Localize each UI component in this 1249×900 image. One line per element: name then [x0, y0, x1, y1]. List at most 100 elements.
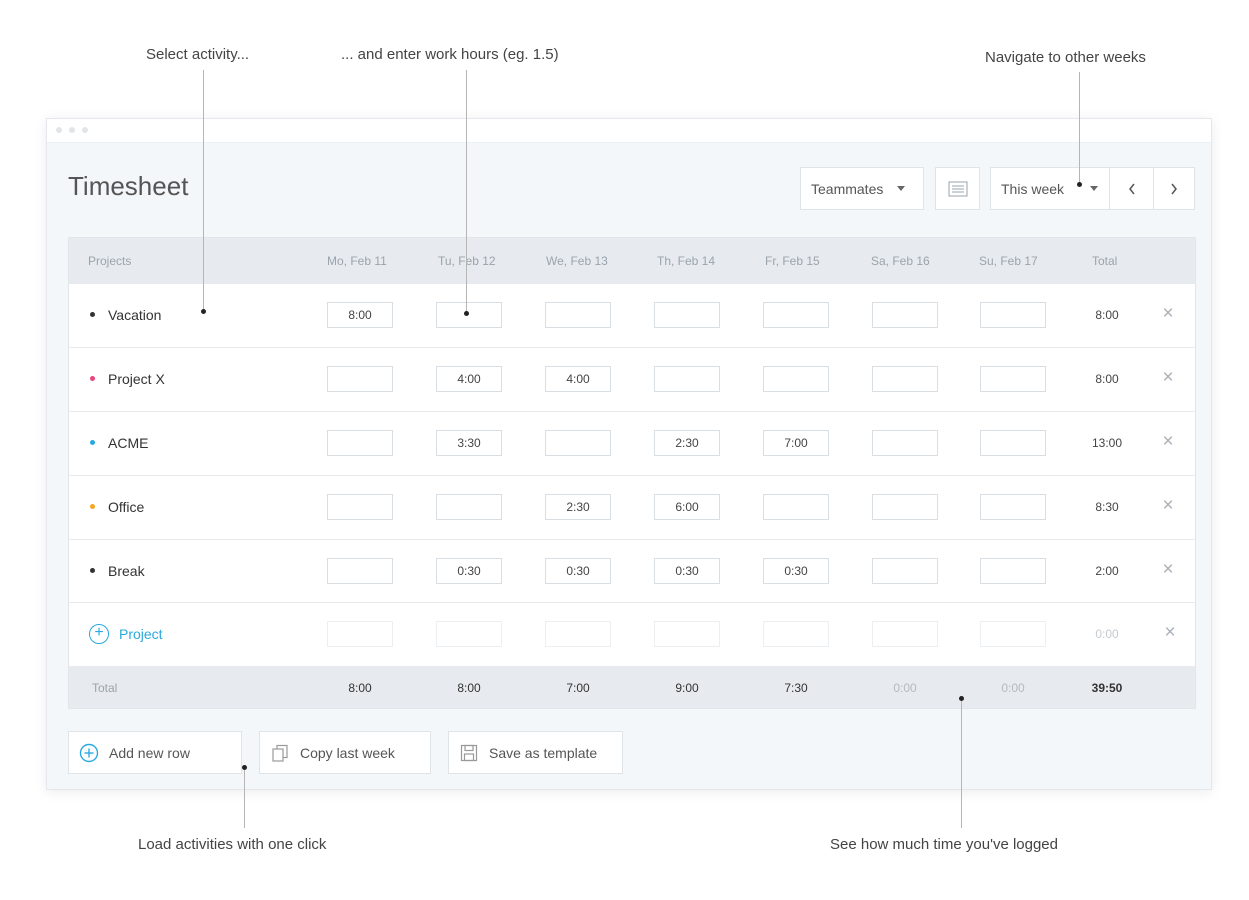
hours-input[interactable]: [980, 366, 1046, 392]
annotation-line: [203, 70, 204, 310]
window-titlebar: [47, 119, 1211, 143]
hours-input[interactable]: [436, 494, 502, 520]
annotation-enter-hours: ... and enter work hours (eg. 1.5): [341, 46, 559, 63]
hours-input[interactable]: 2:30: [654, 430, 720, 456]
hours-input[interactable]: 0:30: [436, 558, 502, 584]
close-icon[interactable]: ×: [1158, 432, 1178, 452]
hours-input[interactable]: [980, 494, 1046, 520]
project-color-dot: [90, 312, 95, 317]
add-project-row: + Project 0:00 ×: [69, 602, 1195, 666]
table-row: Office 2:30 6:00 8:30 ×: [69, 475, 1195, 539]
table-footer: Total 8:00 8:00 7:00 9:00 7:30 0:00 0:00…: [69, 666, 1195, 708]
table-header: Projects Mo, Feb 11 Tu, Feb 12 We, Feb 1…: [69, 238, 1195, 283]
hours-input[interactable]: [980, 302, 1046, 328]
close-icon[interactable]: ×: [1158, 560, 1178, 580]
hours-input[interactable]: [545, 302, 611, 328]
day-column-header: Th, Feb 14: [657, 254, 716, 268]
hours-input[interactable]: 3:30: [436, 430, 502, 456]
hours-input[interactable]: [872, 558, 938, 584]
table-row: Break 0:30 0:30 0:30 0:30 2:00 ×: [69, 539, 1195, 603]
teammates-dropdown[interactable]: Teammates: [800, 167, 924, 210]
window-dot: [69, 127, 75, 133]
day-column-header: Mo, Feb 11: [327, 254, 387, 268]
copy-last-week-button[interactable]: Copy last week: [259, 731, 431, 774]
hours-input[interactable]: [436, 621, 502, 647]
project-name[interactable]: Break: [108, 563, 145, 579]
chevron-down-icon: [897, 186, 906, 191]
hours-input[interactable]: [327, 494, 393, 520]
hours-input[interactable]: [763, 621, 829, 647]
hours-input[interactable]: 4:00: [545, 366, 611, 392]
plus-circle-icon[interactable]: +: [89, 624, 109, 644]
hours-input[interactable]: [763, 302, 829, 328]
hours-input[interactable]: [327, 430, 393, 456]
hours-input[interactable]: [872, 430, 938, 456]
footer-total-label: Total: [92, 681, 118, 695]
hours-input[interactable]: 0:30: [654, 558, 720, 584]
annotation-select-activity: Select activity...: [146, 46, 250, 63]
row-total: 13:00: [1091, 436, 1123, 450]
timesheet-table: Projects Mo, Feb 11 Tu, Feb 12 We, Feb 1…: [68, 237, 1196, 709]
close-icon[interactable]: ×: [1158, 496, 1178, 516]
grand-total: 39:50: [1091, 681, 1123, 695]
hours-input[interactable]: [327, 558, 393, 584]
hours-input[interactable]: 2:30: [545, 494, 611, 520]
project-name[interactable]: Vacation: [108, 307, 161, 323]
project-name[interactable]: ACME: [108, 435, 148, 451]
hours-input[interactable]: [872, 366, 938, 392]
hours-input[interactable]: 0:30: [763, 558, 829, 584]
hours-input[interactable]: [980, 558, 1046, 584]
annotation-dot: [242, 765, 247, 770]
hours-input[interactable]: [980, 430, 1046, 456]
save-as-template-button[interactable]: Save as template: [448, 731, 623, 774]
projects-column-header: Projects: [88, 254, 132, 268]
hours-input[interactable]: [763, 366, 829, 392]
project-name[interactable]: Project X: [108, 371, 165, 387]
hours-input[interactable]: [980, 621, 1046, 647]
hours-input[interactable]: [545, 621, 611, 647]
hours-input[interactable]: [654, 366, 720, 392]
day-column-header: Sa, Feb 16: [871, 254, 930, 268]
hours-input[interactable]: [327, 621, 393, 647]
day-column-header: Su, Feb 17: [979, 254, 1038, 268]
next-week-button[interactable]: [1153, 167, 1195, 210]
table-row: Project X 4:00 4:00 8:00 ×: [69, 347, 1195, 411]
prev-week-button[interactable]: [1109, 167, 1154, 210]
add-new-row-button[interactable]: Add new row: [68, 731, 242, 774]
row-total: 8:00: [1095, 308, 1119, 322]
row-total: 8:30: [1095, 500, 1119, 514]
close-icon[interactable]: ×: [1158, 368, 1178, 388]
hours-input[interactable]: 6:00: [654, 494, 720, 520]
window-dot: [82, 127, 88, 133]
chevron-down-icon: [1090, 186, 1099, 191]
list-view-button[interactable]: [935, 167, 980, 210]
hours-input[interactable]: [872, 302, 938, 328]
add-project-link[interactable]: Project: [119, 626, 163, 642]
table-row: ACME 3:30 2:30 7:00 13:00 ×: [69, 411, 1195, 475]
hours-input[interactable]: 4:00: [436, 366, 502, 392]
hours-input[interactable]: [872, 494, 938, 520]
close-icon[interactable]: ×: [1160, 623, 1180, 643]
hours-input[interactable]: [872, 621, 938, 647]
annotation-line: [961, 700, 962, 828]
hours-input[interactable]: [545, 430, 611, 456]
hours-input[interactable]: [436, 302, 502, 328]
hours-input[interactable]: [654, 621, 720, 647]
hours-input[interactable]: [327, 366, 393, 392]
annotation-navigate: Navigate to other weeks: [985, 49, 1146, 66]
hours-input[interactable]: 7:00: [763, 430, 829, 456]
table-row: Vacation 8:00 8:00 ×: [69, 283, 1195, 347]
week-selector[interactable]: This week: [990, 167, 1110, 210]
hours-input[interactable]: [763, 494, 829, 520]
hours-input[interactable]: 0:30: [545, 558, 611, 584]
annotation-see-logged: See how much time you've logged: [830, 836, 1058, 853]
annotation-dot: [959, 696, 964, 701]
copy-last-week-label: Copy last week: [300, 744, 395, 761]
day-total: 8:00: [457, 681, 481, 695]
save-icon: [459, 743, 479, 763]
day-total: 7:30: [784, 681, 808, 695]
close-icon[interactable]: ×: [1158, 304, 1178, 324]
hours-input[interactable]: [654, 302, 720, 328]
project-name[interactable]: Office: [108, 499, 144, 515]
hours-input[interactable]: 8:00: [327, 302, 393, 328]
